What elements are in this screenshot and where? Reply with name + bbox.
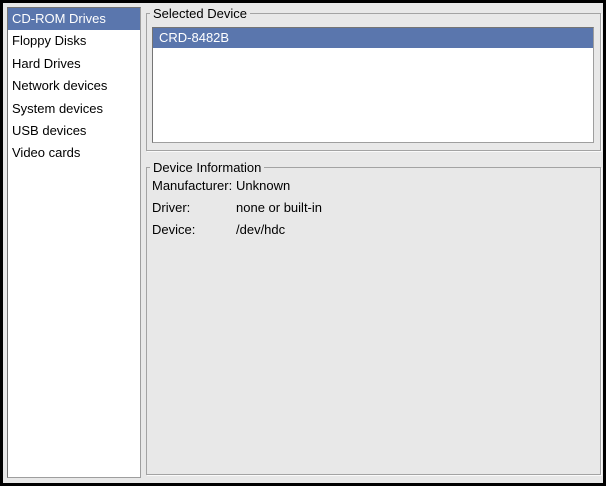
sidebar-item-usb-devices[interactable]: USB devices bbox=[8, 120, 140, 142]
info-value-manufacturer: Unknown bbox=[236, 175, 322, 197]
sidebar-item-system-devices[interactable]: System devices bbox=[8, 98, 140, 120]
info-label-manufacturer: Manufacturer: bbox=[152, 175, 236, 197]
info-value-device: /dev/hdc bbox=[236, 219, 322, 241]
info-label-driver: Driver: bbox=[152, 197, 236, 219]
hardware-browser-window: CD-ROM DrivesFloppy DisksHard DrivesNetw… bbox=[0, 0, 606, 486]
sidebar-item-floppy-disks[interactable]: Floppy Disks bbox=[8, 30, 140, 52]
window-content: CD-ROM DrivesFloppy DisksHard DrivesNetw… bbox=[3, 3, 603, 483]
device-item-crd-8482b[interactable]: CRD-8482B bbox=[153, 28, 593, 48]
device-information-fields: Manufacturer:UnknownDriver:none or built… bbox=[152, 175, 322, 241]
device-category-list: CD-ROM DrivesFloppy DisksHard DrivesNetw… bbox=[7, 7, 141, 478]
sidebar-item-hard-drives[interactable]: Hard Drives bbox=[8, 53, 140, 75]
sidebar-item-video-cards[interactable]: Video cards bbox=[8, 142, 140, 164]
sidebar-item-network-devices[interactable]: Network devices bbox=[8, 75, 140, 97]
device-information-frame-title: Device Information bbox=[150, 161, 264, 174]
selected-device-frame-title: Selected Device bbox=[150, 7, 250, 20]
info-label-device: Device: bbox=[152, 219, 236, 241]
sidebar-item-cd-rom-drives[interactable]: CD-ROM Drives bbox=[8, 8, 140, 30]
selected-device-list: CRD-8482B bbox=[152, 27, 594, 143]
info-value-driver: none or built-in bbox=[236, 197, 322, 219]
